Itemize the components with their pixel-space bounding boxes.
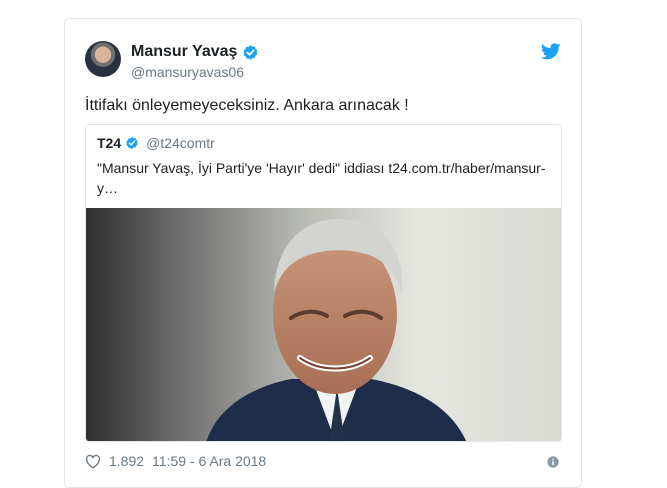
author-avatar[interactable] [85, 41, 121, 77]
verified-badge-icon [126, 136, 138, 150]
like-count[interactable]: 1.892 [109, 453, 144, 469]
tweet-text: İttifakı önleyemeyeceksiniz. Ankara arın… [85, 97, 409, 114]
quoted-author-handle[interactable]: @t24comtr [146, 135, 215, 151]
heart-icon[interactable] [85, 454, 101, 469]
tweet-footer: 1.892 11:59 - 6 Ara 2018 [85, 453, 266, 469]
quoted-tweet-header[interactable]: T24 @t24comtr [97, 135, 215, 151]
verified-badge-icon [244, 44, 258, 60]
author-name[interactable]: Mansur Yavaş [131, 43, 237, 61]
quoted-author-name[interactable]: T24 [97, 135, 121, 151]
twitter-bird-icon[interactable] [541, 43, 561, 60]
quoted-tweet-text-line-2: y… [97, 180, 118, 196]
quoted-tweet-text-line-1: "Mansur Yavaş, İyi Parti'ye 'Hayır' dedi… [97, 160, 546, 176]
tweet-timestamp[interactable]: 11:59 - 6 Ara 2018 [152, 453, 266, 469]
author-handle[interactable]: @mansuryavas06 [131, 64, 244, 80]
author-name-row[interactable]: Mansur Yavaş [131, 43, 259, 61]
quoted-tweet[interactable]: T24 @t24comtr "Mansur Yavaş, İyi Parti'y… [85, 124, 562, 442]
quoted-tweet-image[interactable] [86, 208, 561, 441]
embedded-tweet-card[interactable]: Mansur Yavaş @mansuryavas06 İttifakı önl… [64, 18, 582, 488]
quoted-tweet-text: "Mansur Yavaş, İyi Parti'ye 'Hayır' dedi… [97, 158, 552, 198]
info-icon[interactable] [547, 456, 559, 468]
portrait-photo [206, 218, 467, 441]
